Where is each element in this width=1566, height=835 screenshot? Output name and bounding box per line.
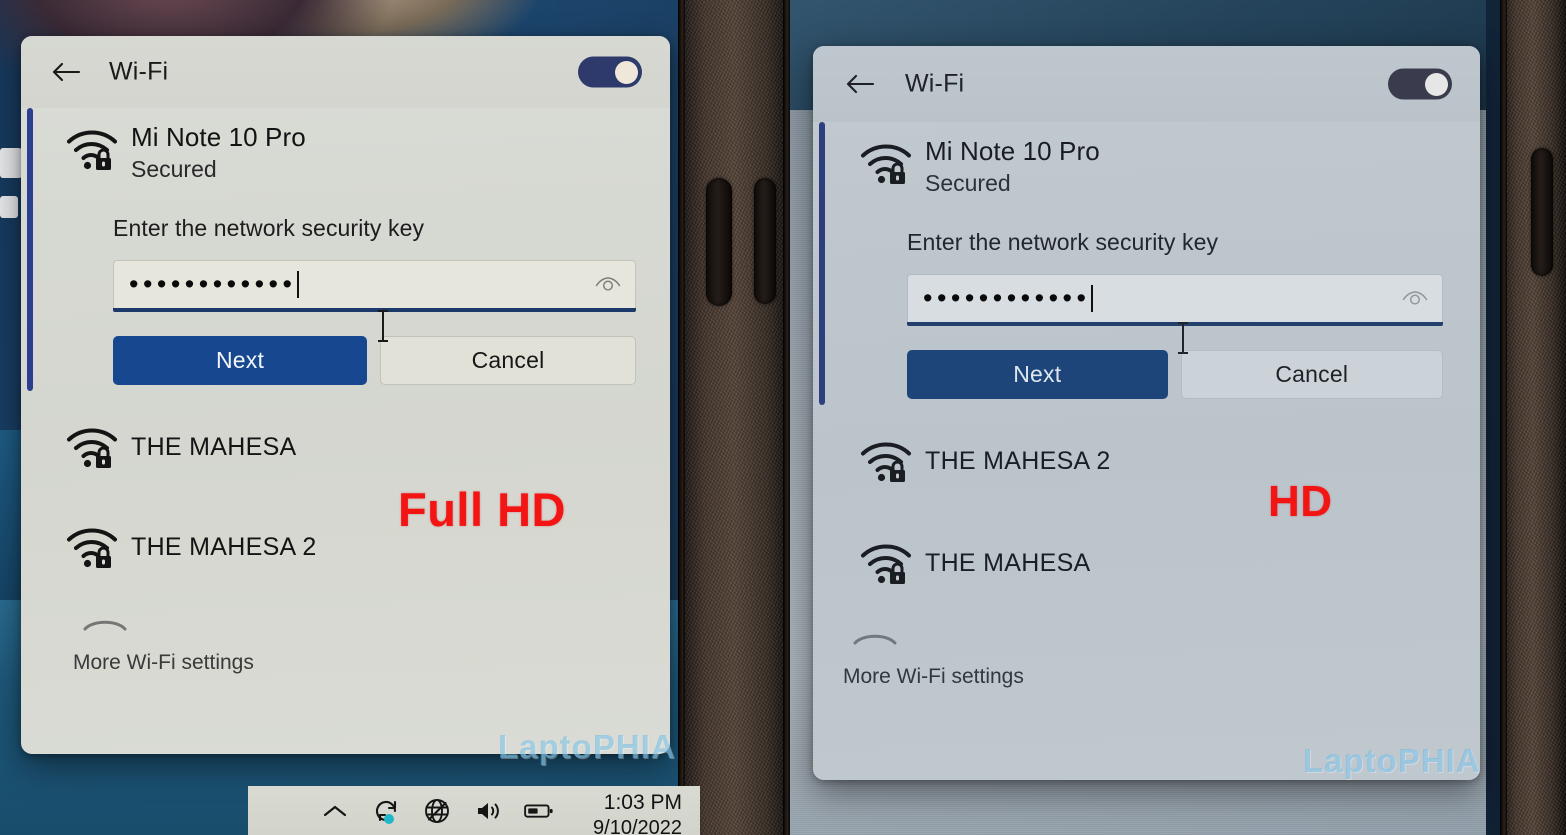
selected-network-meta: Mi Note 10 Pro Secured bbox=[131, 122, 306, 185]
selected-network-meta: Mi Note 10 Pro Secured bbox=[925, 136, 1100, 199]
show-hidden-icons-chevron-icon[interactable] bbox=[320, 796, 350, 826]
wifi-lock-icon bbox=[859, 140, 913, 186]
right-bezel-rim-left bbox=[1500, 0, 1507, 835]
password-masked-value: •••••••••••• bbox=[129, 269, 297, 300]
taskbar-clock[interactable]: 1:03 PM 9/10/2022 bbox=[593, 790, 682, 835]
wifi-toggle[interactable] bbox=[1388, 68, 1452, 100]
clipped-wifi-icon bbox=[851, 623, 1480, 649]
annotation-hd: HD bbox=[1268, 477, 1333, 526]
clock-date: 9/10/2022 bbox=[593, 817, 682, 835]
text-ibeam-cursor bbox=[375, 306, 391, 346]
network-ssid: THE MAHESA 2 bbox=[131, 532, 317, 561]
volume-speaker-icon[interactable] bbox=[473, 796, 503, 826]
center-bezel-rim-right bbox=[783, 0, 790, 835]
system-tray bbox=[320, 796, 554, 826]
next-button[interactable]: Next bbox=[113, 336, 367, 386]
clock-time: 1:03 PM bbox=[603, 791, 682, 814]
page-title: Wi-Fi bbox=[905, 69, 965, 98]
selected-network-header[interactable]: Mi Note 10 Pro Secured bbox=[21, 122, 670, 185]
network-ssid: Mi Note 10 Pro bbox=[131, 122, 306, 152]
wifi-flyout-full-hd: Wi-Fi Mi Note 10 Pro Secured Enter the n… bbox=[21, 36, 670, 754]
wifi-toggle[interactable] bbox=[578, 56, 642, 88]
center-laptop-rubber-foot-a bbox=[706, 178, 732, 306]
right-laptop-rubber-foot bbox=[1531, 148, 1553, 276]
wifi-lock-icon bbox=[859, 438, 913, 484]
network-ssid: Mi Note 10 Pro bbox=[925, 136, 1100, 166]
password-input[interactable]: •••••••••••• bbox=[907, 274, 1443, 323]
wifi-lock-icon bbox=[65, 524, 119, 570]
network-ssid: THE MAHESA bbox=[925, 548, 1091, 577]
clipped-wifi-icon bbox=[81, 609, 670, 635]
wifi-lock-icon bbox=[859, 540, 913, 586]
more-wifi-settings-link[interactable]: More Wi-Fi settings bbox=[21, 651, 670, 675]
password-field-wrapper: •••••••••••• bbox=[907, 274, 1443, 355]
center-bezel-rim-left bbox=[678, 0, 685, 835]
network-security-status: Secured bbox=[131, 156, 217, 183]
wifi-flyout-header-hd: Wi-Fi bbox=[813, 46, 1480, 122]
security-key-prompt: Enter the network security key bbox=[113, 215, 425, 242]
network-list-item-1[interactable]: THE MAHESA bbox=[21, 417, 670, 477]
text-caret bbox=[297, 271, 300, 299]
selection-indicator-bar bbox=[27, 108, 33, 392]
cancel-button[interactable]: Cancel bbox=[1180, 350, 1443, 400]
background-ui-fragment-b bbox=[0, 196, 18, 218]
text-ibeam-cursor bbox=[1175, 318, 1191, 358]
back-arrow-icon[interactable] bbox=[843, 67, 877, 101]
cancel-button[interactable]: Cancel bbox=[380, 336, 636, 386]
network-no-internet-globe-icon[interactable] bbox=[422, 796, 452, 826]
network-list-item-1[interactable]: THE MAHESA 2 bbox=[813, 431, 1480, 491]
wifi-flyout-header-fhd: Wi-Fi bbox=[21, 36, 670, 108]
network-list-item-2[interactable]: THE MAHESA bbox=[813, 533, 1480, 593]
page-title: Wi-Fi bbox=[109, 57, 169, 86]
security-key-prompt: Enter the network security key bbox=[907, 229, 1219, 256]
network-list-item-2[interactable]: THE MAHESA 2 bbox=[21, 517, 670, 577]
wifi-lock-icon bbox=[65, 126, 119, 172]
network-ssid: THE MAHESA 2 bbox=[925, 446, 1111, 475]
back-arrow-icon[interactable] bbox=[49, 55, 83, 89]
battery-icon[interactable] bbox=[524, 796, 554, 826]
more-wifi-settings-link[interactable]: More Wi-Fi settings bbox=[813, 665, 1480, 689]
network-security-status: Secured bbox=[925, 170, 1011, 197]
selected-network-header[interactable]: Mi Note 10 Pro Secured bbox=[813, 136, 1480, 199]
wifi-toggle-knob bbox=[1425, 72, 1448, 96]
wifi-lock-icon bbox=[65, 424, 119, 470]
selection-indicator-bar bbox=[819, 122, 825, 406]
eye-icon[interactable] bbox=[595, 276, 621, 294]
center-laptop-rubber-foot-b bbox=[754, 178, 776, 304]
right-laptop-bezel bbox=[1500, 0, 1566, 835]
eye-icon[interactable] bbox=[1402, 290, 1428, 308]
password-masked-value: •••••••••••• bbox=[923, 283, 1091, 314]
password-input[interactable]: •••••••••••• bbox=[113, 260, 636, 309]
annotation-full-hd: Full HD bbox=[398, 483, 566, 536]
next-button[interactable]: Next bbox=[907, 350, 1168, 400]
selected-network-panel-hd: Mi Note 10 Pro Secured Enter the network… bbox=[813, 122, 1480, 409]
network-ssid: THE MAHESA bbox=[131, 432, 297, 461]
wifi-flyout-hd: Wi-Fi Mi Note 10 Pro Secured Enter the n… bbox=[813, 46, 1480, 780]
selected-network-panel-fhd: Mi Note 10 Pro Secured Enter the network… bbox=[21, 108, 670, 395]
text-caret bbox=[1091, 285, 1094, 313]
background-ui-fragment-a bbox=[0, 148, 22, 178]
password-field-wrapper: •••••••••••• bbox=[113, 260, 636, 343]
center-laptop-bezel bbox=[678, 0, 790, 835]
screenshot-canvas: Wi-Fi Mi Note 10 Pro Secured Enter the n… bbox=[0, 0, 1566, 835]
wifi-toggle-knob bbox=[615, 60, 638, 84]
onedrive-sync-icon[interactable] bbox=[371, 796, 401, 826]
taskbar: 1:03 PM 9/10/2022 bbox=[248, 786, 700, 835]
